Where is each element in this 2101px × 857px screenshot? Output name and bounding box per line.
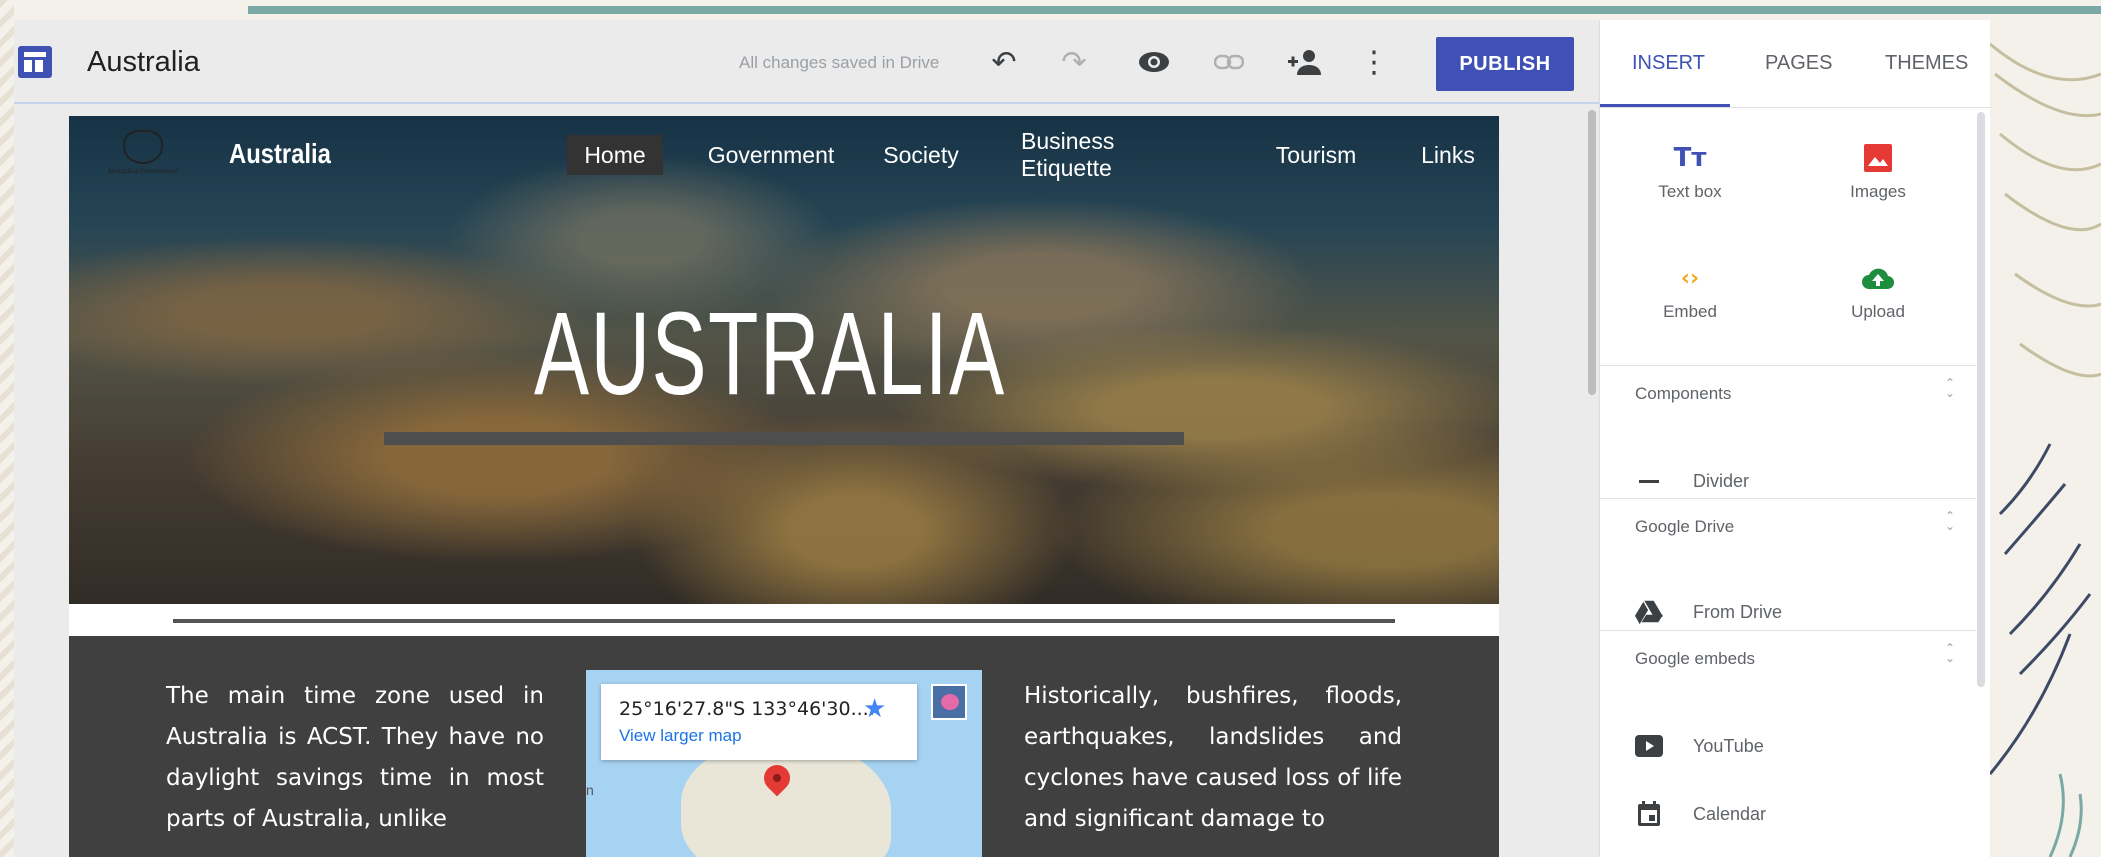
drive-icon — [1635, 598, 1663, 626]
text-box-icon: Tт — [1673, 143, 1707, 173]
text-box-tile[interactable]: Tт Text box — [1600, 140, 1780, 202]
components-section-header[interactable]: Components ⌃ ⌄ — [1600, 365, 1976, 415]
hero-title[interactable]: AUSTRALIA — [534, 286, 1006, 422]
canvas-scrollbar[interactable] — [1585, 104, 1599, 857]
collapse-chevron-icon[interactable]: ⌃ ⌄ — [1945, 510, 1955, 532]
logo-caption: Australian Government — [107, 168, 179, 175]
panel-tabs: INSERT PAGES THEMES — [1600, 20, 1991, 108]
youtube-item[interactable]: YouTube — [1600, 720, 1976, 772]
canvas-scroll-thumb[interactable] — [1588, 110, 1596, 395]
upload-label: Upload — [1851, 302, 1905, 321]
share-add-person-icon[interactable] — [1284, 44, 1324, 80]
text-box-label: Text box — [1658, 182, 1722, 201]
background-pattern-left — [0, 0, 14, 857]
publish-button[interactable]: PUBLISH — [1436, 37, 1574, 91]
embed-tile[interactable]: ‹› Embed — [1600, 260, 1780, 322]
map-coordinates: 25°16'27.8"S 133°46'30.... — [619, 698, 875, 720]
site-page: Australian Government Australia Home Gov… — [69, 116, 1499, 857]
from-drive-label: From Drive — [1693, 602, 1782, 622]
hero-divider — [384, 432, 1184, 445]
nav-links[interactable]: Links — [1405, 135, 1491, 175]
divider-label: Divider — [1693, 471, 1750, 491]
site-brand[interactable]: Australia — [229, 138, 331, 170]
hero-banner-image[interactable]: Australian Government Australia Home Gov… — [69, 116, 1499, 604]
nav-tourism[interactable]: Tourism — [1259, 135, 1373, 175]
site-title[interactable]: Australia — [87, 46, 200, 79]
view-larger-map-link[interactable]: View larger map — [619, 726, 742, 746]
background-leaves-right — [1990, 14, 2101, 857]
google-embeds-section-header[interactable]: Google embeds ⌃ ⌄ — [1600, 630, 1976, 680]
save-star-icon[interactable]: ★ — [863, 694, 886, 724]
panel-scrollbar[interactable] — [1977, 112, 1985, 687]
embed-icon: ‹› — [1680, 265, 1700, 291]
leaf-decoration — [1990, 42, 2101, 857]
tab-pages[interactable]: PAGES — [1765, 52, 1832, 75]
nav-business-etiquette[interactable]: Business Etiquette — [1007, 128, 1225, 181]
image-icon — [1788, 140, 1968, 176]
collapse-chevron-icon[interactable]: ⌃ ⌄ — [1945, 377, 1955, 399]
images-label: Images — [1850, 182, 1906, 201]
government-logo[interactable]: Australian Government — [83, 130, 203, 186]
active-tab-indicator — [1600, 104, 1730, 107]
google-map-embed[interactable]: n 25°16'27.8"S 133°46'30.... View larger… — [586, 670, 982, 857]
nav-home[interactable]: Home — [567, 135, 663, 175]
editor-toolbar: Australia All changes saved in Drive ↶ ↷… — [14, 20, 1599, 104]
nav-society[interactable]: Society — [871, 135, 971, 175]
save-status: All changes saved in Drive — [739, 53, 940, 72]
map-info-card: 25°16'27.8"S 133°46'30.... View larger m… — [601, 684, 917, 760]
natural-hazards-text[interactable]: Historically, bushfires, floods, earthqu… — [1024, 676, 1402, 840]
components-title: Components — [1635, 384, 1732, 403]
sites-editor: Australia All changes saved in Drive ↶ ↷… — [14, 20, 1991, 857]
tab-themes[interactable]: THEMES — [1885, 52, 1968, 75]
map-edge-label: n — [586, 782, 594, 798]
next-embed-item[interactable] — [1600, 840, 1976, 857]
link-icon[interactable] — [1209, 44, 1249, 80]
section-divider[interactable] — [173, 619, 1395, 623]
calendar-icon — [1635, 800, 1663, 828]
partial-icon — [1635, 852, 1663, 857]
google-drive-section-header[interactable]: Google Drive ⌃ ⌄ — [1600, 498, 1976, 548]
calendar-label: Calendar — [1693, 804, 1767, 824]
map-thumbnail-icon[interactable] — [931, 684, 967, 720]
upload-icon — [1788, 260, 1968, 296]
youtube-label: YouTube — [1693, 736, 1764, 756]
preview-icon[interactable] — [1134, 44, 1174, 80]
tab-insert[interactable]: INSERT — [1632, 52, 1705, 75]
google-drive-title: Google Drive — [1635, 517, 1735, 536]
redo-icon[interactable]: ↷ — [1054, 44, 1094, 80]
background-teal-bar — [248, 6, 2101, 14]
upload-tile[interactable]: Upload — [1788, 260, 1968, 322]
divider-icon — [1635, 467, 1663, 495]
collapse-chevron-icon[interactable]: ⌃ ⌄ — [1945, 642, 1955, 664]
insert-panel: INSERT PAGES THEMES Tт Text box Images ‹… — [1599, 20, 1991, 857]
google-embeds-title: Google embeds — [1635, 649, 1756, 668]
more-options-icon[interactable]: ⋮ — [1354, 44, 1394, 80]
undo-icon[interactable]: ↶ — [984, 44, 1024, 80]
sites-app-icon[interactable] — [18, 46, 52, 78]
embed-label: Embed — [1663, 302, 1717, 321]
calendar-item[interactable]: Calendar — [1600, 788, 1976, 840]
time-zone-text[interactable]: The main time zone used in Australia is … — [166, 676, 544, 840]
page-canvas: Australian Government Australia Home Gov… — [14, 104, 1599, 857]
coat-of-arms-icon — [123, 130, 163, 164]
images-tile[interactable]: Images — [1788, 140, 1968, 202]
nav-government[interactable]: Government — [685, 135, 857, 175]
youtube-icon — [1635, 732, 1663, 760]
